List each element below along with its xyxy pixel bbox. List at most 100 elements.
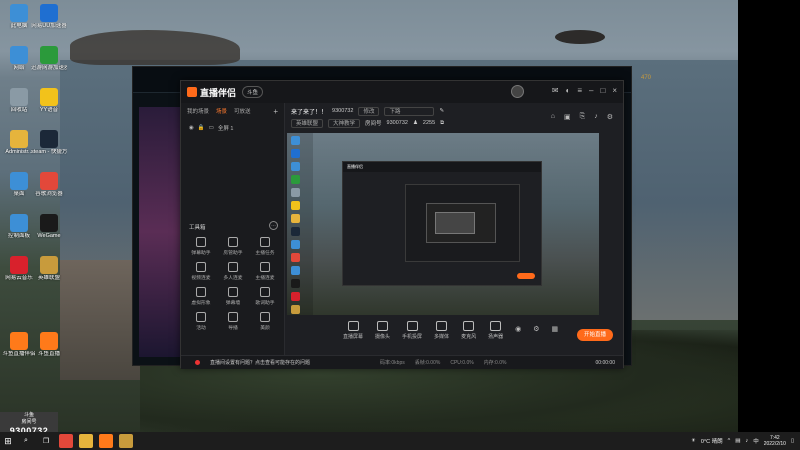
desktop-icon[interactable]: WeGame	[31, 212, 67, 250]
desktop-icon[interactable]: 英雄联盟	[31, 254, 67, 292]
tool-item[interactable]: 活动	[185, 312, 217, 331]
tag-game[interactable]: 英雄联盟	[291, 118, 324, 128]
tool-item[interactable]: 视频连麦	[185, 262, 217, 281]
tab-broadcast[interactable]: 可放送	[234, 107, 251, 116]
tool-label: 视频连麦	[191, 276, 211, 281]
source-icon	[377, 321, 389, 331]
douyu-panel-title: 斗鱼	[23, 412, 34, 418]
minimize-icon[interactable]: –	[589, 86, 593, 95]
tool-label: 弹幕助手	[191, 251, 211, 256]
notification-icon[interactable]: ▯	[791, 438, 794, 444]
lock-icon[interactable]: 🔒	[198, 125, 205, 131]
source-button[interactable]: 直播屏幕	[343, 321, 363, 340]
network-tray-icon[interactable]: ▤	[735, 438, 740, 444]
desktop-icon[interactable]: 网易UU加速器	[31, 2, 67, 40]
skin-icon[interactable]: ◐	[566, 86, 571, 95]
desktop-icon[interactable]: steam - 快捷方式	[31, 128, 67, 166]
toolbox-more-icon[interactable]: …	[269, 221, 278, 230]
settings-icon[interactable]: ⚙	[607, 113, 613, 121]
desktop-icon[interactable]: 迅游网游加速器	[31, 44, 67, 82]
desktop-icon[interactable]: 斗鱼直播	[31, 330, 67, 368]
tool-item[interactable]: 虚拟形象	[185, 287, 217, 306]
ime-indicator[interactable]: 中	[753, 437, 759, 445]
tab-scene[interactable]: 场景	[216, 107, 227, 116]
shop-icon[interactable]: ▣	[564, 113, 571, 121]
menu-icon[interactable]: ≡	[577, 86, 582, 95]
gear-icon[interactable]: ⚙	[533, 325, 539, 333]
copy-icon[interactable]: ⧉	[440, 120, 444, 127]
avatar[interactable]	[511, 85, 524, 98]
status-tip[interactable]: 直播间设置有问题？点击查看可能存在的问题	[210, 359, 310, 366]
tool-icon	[260, 287, 270, 297]
live-companion-window[interactable]: 直播伴侣 斗鱼 ✉ ◐ ≡ – □ × 我的场景 场景 可放送 + ◉ 🔒 ▭ …	[180, 80, 624, 369]
gift-icon[interactable]: ⌂	[551, 113, 555, 121]
tool-item[interactable]: 主播连麦	[249, 262, 281, 281]
desktop-icon-label: steam - 快捷方式	[31, 149, 67, 155]
source-button[interactable]: 扬声器	[488, 321, 503, 340]
xunyou-icon	[40, 46, 58, 64]
source-button[interactable]: 摄像头	[375, 321, 390, 340]
tool-label: 弹幕墙	[225, 301, 241, 306]
task-view-icon[interactable]: ❐	[39, 434, 53, 448]
lol-taskbar-icon[interactable]	[119, 434, 133, 448]
message-icon[interactable]: ✉	[552, 86, 559, 95]
category-select[interactable]: 下路	[384, 106, 435, 116]
tool-item[interactable]: 导播	[217, 312, 249, 331]
share-icon[interactable]: ⎘	[580, 113, 586, 121]
search-icon[interactable]: ⌕	[19, 434, 33, 448]
status-dropped: 丢帧:0.00%	[414, 360, 441, 366]
source-toolbar: 直播屏幕 摄像头 手机投屏 多媒体 麦克风 扬声器 ◉ ⚙ ▦	[287, 321, 623, 347]
eye-icon[interactable]: ◉	[515, 325, 521, 333]
source-label: 摄像头	[375, 334, 391, 340]
preview-nested-window-2	[405, 184, 520, 262]
tool-label: 活动	[196, 326, 206, 331]
tool-item[interactable]: 弹幕助手	[185, 237, 217, 256]
douyu-panel-subtitle: 房间号	[21, 419, 37, 425]
tray-arrow-icon[interactable]: ^	[728, 438, 731, 444]
source-label: 扬声器	[488, 334, 504, 340]
close-icon[interactable]: ×	[612, 86, 617, 95]
maximize-icon[interactable]: □	[600, 86, 605, 95]
tool-icon	[196, 287, 206, 297]
douyu-room-panel[interactable]: 斗鱼 房间号 9300732	[0, 412, 58, 432]
live-preview[interactable]: 直播伴侣	[287, 133, 599, 315]
edit-title-button[interactable]: 修改	[358, 106, 380, 116]
tag-style[interactable]: 大神教学	[328, 118, 361, 128]
scene-panel: 我的场景 场景 可放送 + ◉ 🔒 ▭ 全屏 1 工具箱 … 弹幕助手 房管助手主…	[181, 103, 285, 369]
start-live-button[interactable]: 开始直播	[577, 329, 613, 341]
tool-item[interactable]: 多人连麦	[217, 262, 249, 281]
eye-icon[interactable]: ◉	[189, 125, 194, 131]
weather-text[interactable]: 0°C 晴朗	[701, 437, 723, 445]
wegame-icon	[40, 214, 58, 232]
edit-icon[interactable]: ✎	[439, 108, 444, 114]
scene-item[interactable]: ◉ 🔒 ▭ 全屏 1	[181, 120, 284, 136]
start-button[interactable]: ⊞	[0, 432, 16, 450]
volume-icon[interactable]: ♪	[745, 438, 748, 444]
tool-icon	[260, 237, 270, 247]
desktop-icon-label: WeGame	[37, 233, 61, 239]
clock-date: 2022/2/10	[763, 441, 786, 447]
tab-my-scenes[interactable]: 我的场景	[187, 107, 209, 116]
source-button[interactable]: 手机投屏	[402, 321, 422, 340]
tool-item[interactable]: 歌词助手	[249, 287, 281, 306]
tool-item[interactable]: 弹幕墙	[217, 287, 249, 306]
add-scene-icon[interactable]: +	[273, 107, 278, 116]
tool-icon	[196, 237, 206, 247]
layout-icon[interactable]: ▦	[551, 325, 558, 333]
scene-label: 全屏 1	[217, 126, 234, 132]
tool-icon	[228, 262, 238, 272]
live-companion-taskbar-icon[interactable]	[99, 434, 113, 448]
bell-icon[interactable]: ♪	[594, 113, 598, 121]
platform-badge[interactable]: 斗鱼	[242, 86, 264, 98]
netease-music-taskbar-icon[interactable]	[59, 434, 73, 448]
tool-item[interactable]: 主播任务	[249, 237, 281, 256]
clock[interactable]: 7:42 2022/2/10	[764, 435, 786, 447]
weather-icon[interactable]: ☀	[691, 438, 696, 444]
desktop-icon[interactable]: YY语音	[31, 86, 67, 124]
source-button[interactable]: 多媒体	[434, 321, 449, 340]
source-button[interactable]: 麦克风	[461, 321, 476, 340]
tool-item[interactable]: 房管助手	[217, 237, 249, 256]
desktop-icon[interactable]: 谷歌浏览器	[31, 170, 67, 208]
tool-item[interactable]: 美颜	[249, 312, 281, 331]
file-explorer-icon[interactable]	[79, 434, 93, 448]
